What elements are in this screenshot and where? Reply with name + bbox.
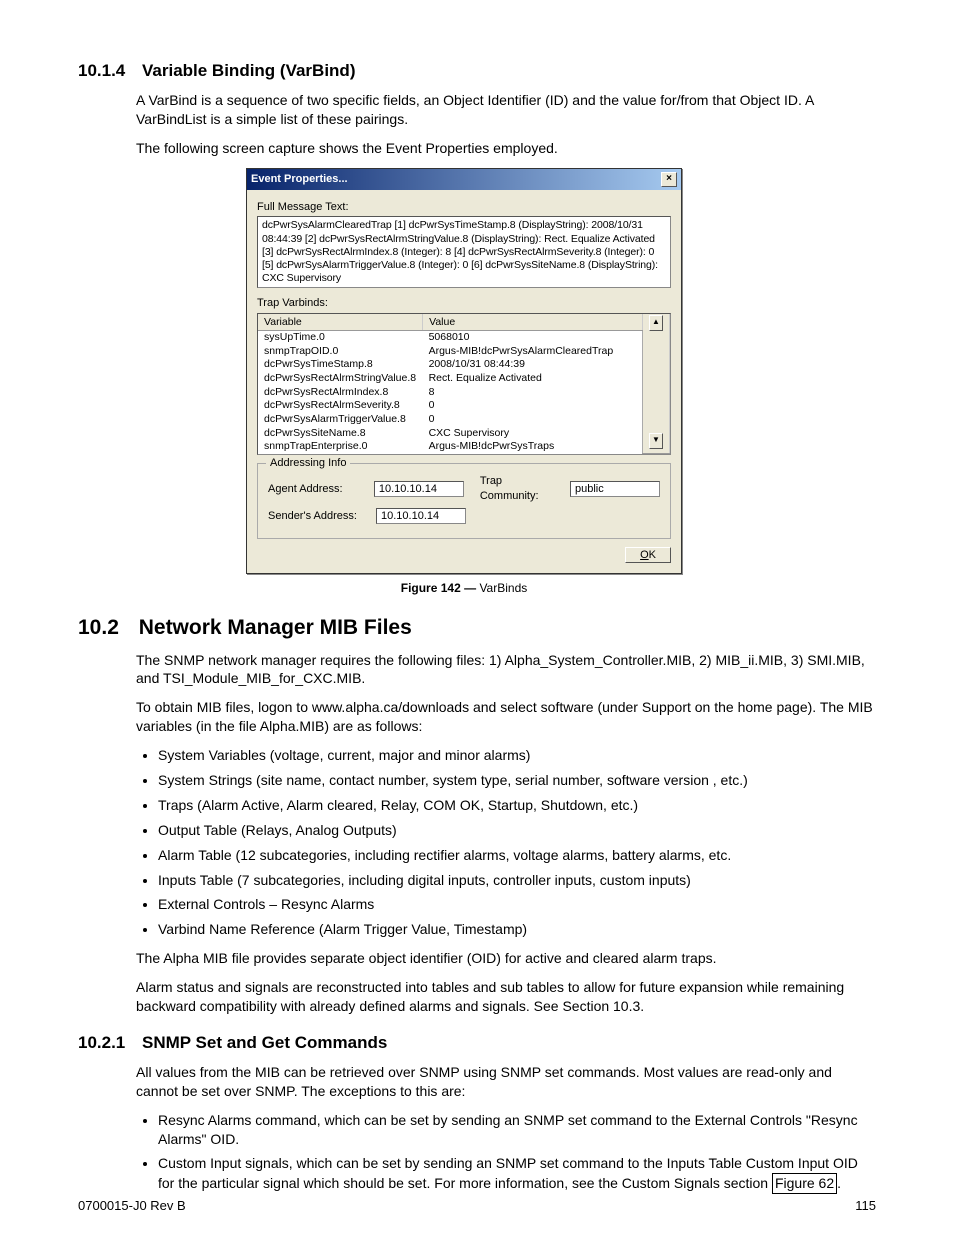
- paragraph: The following screen capture shows the E…: [136, 139, 876, 158]
- heading-title: Variable Binding (VarBind): [142, 61, 355, 80]
- scrollbar[interactable]: ▲ ▼: [643, 314, 670, 454]
- event-properties-dialog: Event Properties... × Full Message Text:…: [246, 168, 682, 574]
- trap-varbinds-label: Trap Varbinds:: [257, 296, 671, 311]
- heading-title: SNMP Set and Get Commands: [142, 1033, 387, 1052]
- addressing-info-legend: Addressing Info: [266, 456, 350, 471]
- dialog-title: Event Properties...: [251, 172, 348, 187]
- list-item: Custom Input signals, which can be set b…: [158, 1154, 876, 1194]
- trap-community-input[interactable]: [570, 481, 660, 497]
- trap-community-label: Trap Community:: [480, 474, 562, 504]
- ok-button[interactable]: OK: [625, 547, 671, 563]
- full-message-text: dcPwrSysAlarmClearedTrap [1] dcPwrSysTim…: [257, 216, 671, 288]
- varbinds-table: Variable Value ▲ ▼ sysUpTime.05068010 sn…: [258, 314, 670, 454]
- heading-title: Network Manager MIB Files: [139, 616, 412, 639]
- figure-142: Event Properties... × Full Message Text:…: [246, 168, 682, 597]
- table-row[interactable]: dcPwrSysAlarmTriggerValue.80: [258, 413, 670, 427]
- dialog-buttons: OK: [257, 547, 671, 563]
- agent-address-label: Agent Address:: [268, 482, 366, 497]
- paragraph: A VarBind is a sequence of two specific …: [136, 91, 876, 129]
- table-row[interactable]: dcPwrSysSiteName.8CXC Supervisory: [258, 427, 670, 441]
- close-icon[interactable]: ×: [661, 172, 677, 187]
- table-row[interactable]: dcPwrSysRectAlrmStringValue.8Rect. Equal…: [258, 372, 670, 386]
- list-item: System Variables (voltage, current, majo…: [158, 746, 876, 765]
- heading-number: 10.2.1: [78, 1033, 125, 1052]
- dialog-body: Full Message Text: dcPwrSysAlarmClearedT…: [247, 190, 681, 573]
- figure-caption: Figure 142 — VarBinds: [246, 580, 682, 596]
- heading-10-1-4: 10.1.4 Variable Binding (VarBind): [78, 60, 876, 83]
- heading-number: 10.2: [78, 616, 119, 639]
- section-10-1-4-body: A VarBind is a sequence of two specific …: [136, 91, 876, 596]
- dialog-titlebar: Event Properties... ×: [247, 169, 681, 190]
- list-item: Varbind Name Reference (Alarm Trigger Va…: [158, 920, 876, 939]
- exceptions-list: Resync Alarms command, which can be set …: [136, 1111, 876, 1195]
- footer-doc-id: 0700015-J0 Rev B: [78, 1197, 186, 1215]
- table-row[interactable]: snmpTrapEnterprise.0Argus-MIB!dcPwrSysTr…: [258, 440, 670, 454]
- agent-address-row: Agent Address: Trap Community:: [268, 474, 660, 504]
- scroll-down-icon[interactable]: ▼: [649, 433, 663, 449]
- page: 10.1.4 Variable Binding (VarBind) A VarB…: [0, 0, 954, 1244]
- table-row[interactable]: dcPwrSysTimeStamp.82008/10/31 08:44:39: [258, 358, 670, 372]
- addressing-info-fieldset: Addressing Info Agent Address: Trap Comm…: [257, 463, 671, 539]
- list-item: Traps (Alarm Active, Alarm cleared, Rela…: [158, 796, 876, 815]
- mib-variables-list: System Variables (voltage, current, majo…: [136, 746, 876, 939]
- section-10-2-body: The SNMP network manager requires the fo…: [136, 651, 876, 1016]
- table-row[interactable]: sysUpTime.05068010: [258, 331, 670, 345]
- sender-address-input[interactable]: [376, 508, 466, 524]
- footer-page-number: 115: [855, 1197, 876, 1215]
- paragraph: The Alpha MIB file provides separate obj…: [136, 949, 876, 968]
- table-row[interactable]: dcPwrSysRectAlrmIndex.88: [258, 386, 670, 400]
- table-row[interactable]: snmpTrapOID.0Argus-MIB!dcPwrSysAlarmClea…: [258, 345, 670, 359]
- list-item: External Controls – Resync Alarms: [158, 895, 876, 914]
- list-item: Output Table (Relays, Analog Outputs): [158, 821, 876, 840]
- list-item: Resync Alarms command, which can be set …: [158, 1111, 876, 1149]
- full-message-label: Full Message Text:: [257, 200, 671, 215]
- col-value[interactable]: Value: [423, 314, 643, 331]
- agent-address-input[interactable]: [374, 481, 464, 497]
- section-10-2-1-body: All values from the MIB can be retrieved…: [136, 1063, 876, 1194]
- figure-label: Figure 142: [401, 581, 461, 595]
- paragraph: All values from the MIB can be retrieved…: [136, 1063, 876, 1101]
- heading-10-2: 10.2 Network Manager MIB Files: [78, 614, 876, 642]
- list-item: System Strings (site name, contact numbe…: [158, 771, 876, 790]
- figure-caption-text: VarBinds: [479, 581, 527, 595]
- table-row[interactable]: dcPwrSysRectAlrmSeverity.80: [258, 399, 670, 413]
- table-header-row: Variable Value ▲ ▼: [258, 314, 670, 331]
- paragraph: The SNMP network manager requires the fo…: [136, 651, 876, 689]
- varbinds-table-frame: Variable Value ▲ ▼ sysUpTime.05068010 sn…: [257, 313, 671, 455]
- list-item: Inputs Table (7 subcategories, including…: [158, 871, 876, 890]
- sender-address-row: Sender's Address:: [268, 508, 660, 524]
- scroll-up-icon[interactable]: ▲: [649, 315, 663, 331]
- list-item: Alarm Table (12 subcategories, including…: [158, 846, 876, 865]
- col-variable[interactable]: Variable: [258, 314, 423, 331]
- paragraph: To obtain MIB files, logon to www.alpha.…: [136, 698, 876, 736]
- paragraph: Alarm status and signals are reconstruct…: [136, 978, 876, 1016]
- figure-62-link[interactable]: Figure 62: [772, 1173, 837, 1194]
- heading-10-2-1: 10.2.1 SNMP Set and Get Commands: [78, 1032, 876, 1055]
- page-footer: 0700015-J0 Rev B 115: [78, 1197, 876, 1215]
- sender-address-label: Sender's Address:: [268, 509, 368, 524]
- heading-number: 10.1.4: [78, 61, 125, 80]
